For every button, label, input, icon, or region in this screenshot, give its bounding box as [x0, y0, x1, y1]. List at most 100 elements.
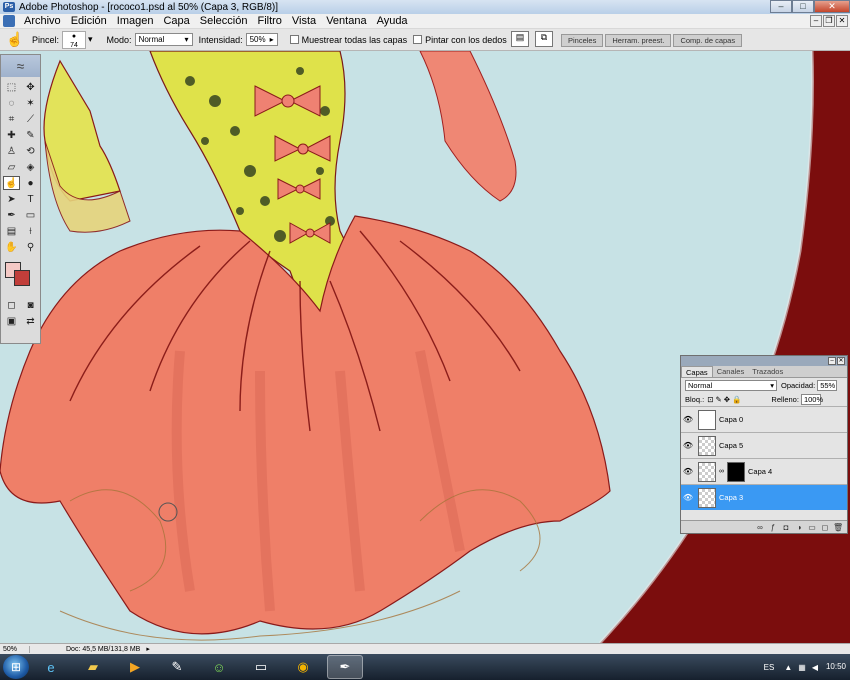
- tab-paths[interactable]: Trazados: [748, 366, 787, 377]
- zoom-tool-icon[interactable]: ⚲: [22, 240, 39, 254]
- hand-tool-icon[interactable]: ✋: [3, 240, 20, 254]
- notes-tool-icon[interactable]: ▤: [3, 224, 20, 238]
- close-button[interactable]: ✕: [814, 0, 850, 13]
- layer-row[interactable]: 👁 Capa 5: [681, 432, 847, 458]
- doc-restore-button[interactable]: ❐: [823, 15, 835, 27]
- layer-row[interactable]: 👁 ∞ Capa 4: [681, 458, 847, 484]
- zoom-level[interactable]: 50%: [0, 645, 30, 653]
- toolbox-header[interactable]: ≈: [1, 55, 40, 77]
- path-selection-tool-icon[interactable]: ➤: [3, 192, 20, 206]
- toggle-brushes-palette-icon[interactable]: ▤: [511, 31, 529, 47]
- layer-row[interactable]: 👁 Capa 0: [681, 406, 847, 432]
- pen-tool-icon[interactable]: ✒: [3, 208, 20, 222]
- display-app-icon[interactable]: ▭: [243, 655, 279, 679]
- menu-ayuda[interactable]: Ayuda: [372, 15, 413, 27]
- menu-capa[interactable]: Capa: [158, 15, 194, 27]
- menu-archivo[interactable]: Archivo: [19, 15, 66, 27]
- lock-position-icon[interactable]: ✥: [724, 395, 730, 404]
- chevron-down-icon[interactable]: ▾: [88, 34, 93, 45]
- opacity-input[interactable]: 55%: [817, 379, 838, 391]
- panel-close-icon[interactable]: ✕: [837, 357, 845, 365]
- menu-filtro[interactable]: Filtro: [252, 15, 286, 27]
- palette-well-tab-tool-presets[interactable]: Herram. preest.: [605, 34, 672, 47]
- messenger-icon[interactable]: ☺: [201, 655, 237, 679]
- up-arrow-icon[interactable]: ▲: [784, 663, 792, 672]
- layers-panel-titlebar[interactable]: – ✕: [681, 356, 847, 366]
- toggle-tool-presets-icon[interactable]: ⧉: [535, 31, 553, 47]
- menu-imagen[interactable]: Imagen: [112, 15, 159, 27]
- mode-dropdown[interactable]: Normal ▾: [134, 33, 193, 46]
- history-brush-tool-icon[interactable]: ⟲: [22, 144, 39, 158]
- maximize-button[interactable]: □: [792, 0, 814, 13]
- eye-icon[interactable]: 👁: [681, 415, 695, 424]
- tab-channels[interactable]: Canales: [713, 366, 749, 377]
- new-layer-icon[interactable]: ◻: [820, 523, 830, 532]
- network-icon[interactable]: ▦: [798, 663, 806, 672]
- chevron-right-icon[interactable]: ▸: [146, 645, 150, 653]
- eraser-tool-icon[interactable]: ▱: [3, 160, 20, 174]
- layer-style-icon[interactable]: ƒ: [768, 523, 778, 532]
- internet-explorer-icon[interactable]: e: [33, 655, 69, 679]
- clone-stamp-tool-icon[interactable]: ♙: [3, 144, 20, 158]
- adjustment-layer-icon[interactable]: ◑: [794, 523, 804, 532]
- brush-picker[interactable]: ● 74: [62, 30, 87, 49]
- menu-ventana[interactable]: Ventana: [321, 15, 371, 27]
- doc-minimize-button[interactable]: –: [810, 15, 822, 27]
- menu-edicion[interactable]: Edición: [66, 15, 112, 27]
- smudge-tool-icon[interactable]: ☝: [3, 176, 20, 190]
- photoshop-taskbar-icon[interactable]: ✎: [159, 655, 195, 679]
- palette-well-tab-brushes[interactable]: Pinceles: [561, 34, 604, 47]
- lock-all-icon[interactable]: 🔒: [732, 395, 741, 404]
- photoshop-icon[interactable]: [3, 15, 15, 27]
- eye-icon[interactable]: 👁: [681, 467, 695, 476]
- brush-tool-icon[interactable]: ✎: [22, 128, 39, 142]
- clock[interactable]: 10:50: [826, 662, 846, 672]
- background-color-swatch[interactable]: [14, 270, 30, 286]
- strength-input[interactable]: 50% ▸: [245, 33, 278, 46]
- sample-all-layers-checkbox[interactable]: [289, 35, 299, 44]
- shape-tool-icon[interactable]: ▭: [22, 208, 39, 222]
- trash-icon[interactable]: 🗑: [833, 523, 843, 532]
- standard-mode-icon[interactable]: ◻: [3, 298, 20, 312]
- chain-link-icon[interactable]: ∞: [719, 468, 724, 475]
- marquee-tool-icon[interactable]: ⬚: [3, 80, 20, 94]
- paint-bucket-tool-icon[interactable]: ◈: [22, 160, 39, 174]
- smudge-tool-preset-icon[interactable]: ☝: [4, 31, 26, 49]
- document-canvas[interactable]: [0, 51, 850, 643]
- quick-mask-mode-icon[interactable]: ◙: [22, 298, 39, 312]
- eye-icon[interactable]: 👁: [681, 441, 695, 450]
- eye-icon[interactable]: 👁: [681, 493, 695, 502]
- healing-brush-tool-icon[interactable]: ✚: [3, 128, 20, 142]
- dodge-tool-icon[interactable]: ●: [22, 176, 39, 190]
- finger-paint-checkbox[interactable]: [413, 35, 423, 44]
- layer-row-selected[interactable]: 👁 Capa 3: [681, 484, 847, 510]
- minimize-button[interactable]: –: [770, 0, 792, 13]
- screen-mode-icon[interactable]: ▣: [3, 314, 20, 328]
- crop-tool-icon[interactable]: ⌗: [3, 112, 20, 126]
- doc-info[interactable]: Doc: 45,5 MB/131,8 MB: [66, 646, 140, 653]
- imageready-icon[interactable]: ⇄: [22, 314, 39, 328]
- lock-transparency-icon[interactable]: ⊡: [707, 395, 713, 404]
- panel-minimize-icon[interactable]: –: [828, 357, 836, 365]
- menu-vista[interactable]: Vista: [287, 15, 321, 27]
- start-button-icon[interactable]: ⊞: [3, 655, 29, 679]
- blend-mode-dropdown[interactable]: Normal ▾: [685, 379, 777, 391]
- chrome-icon[interactable]: ◉: [285, 655, 321, 679]
- link-layers-icon[interactable]: ∞: [755, 523, 765, 532]
- lasso-tool-icon[interactable]: ◌: [3, 96, 20, 110]
- fill-input[interactable]: 100%: [800, 393, 823, 405]
- language-indicator[interactable]: ES: [764, 663, 775, 672]
- windows-explorer-icon[interactable]: ▰: [75, 655, 111, 679]
- layer-mask-thumbnail[interactable]: [727, 461, 745, 482]
- palette-well-tab-layer-comps[interactable]: Comp. de capas: [673, 34, 743, 47]
- type-tool-icon[interactable]: T: [22, 192, 39, 206]
- media-player-icon[interactable]: ▶: [117, 655, 153, 679]
- add-mask-icon[interactable]: ◘: [781, 523, 791, 532]
- menu-seleccion[interactable]: Selección: [195, 15, 253, 27]
- volume-icon[interactable]: ◀: [812, 663, 818, 672]
- photoshop-active-icon[interactable]: ✒: [327, 655, 363, 679]
- eyedropper-tool-icon[interactable]: ⟊: [22, 224, 39, 238]
- move-tool-icon[interactable]: ✥: [22, 80, 39, 94]
- lock-pixels-icon[interactable]: ✎: [715, 395, 721, 404]
- magic-wand-tool-icon[interactable]: ✶: [22, 96, 39, 110]
